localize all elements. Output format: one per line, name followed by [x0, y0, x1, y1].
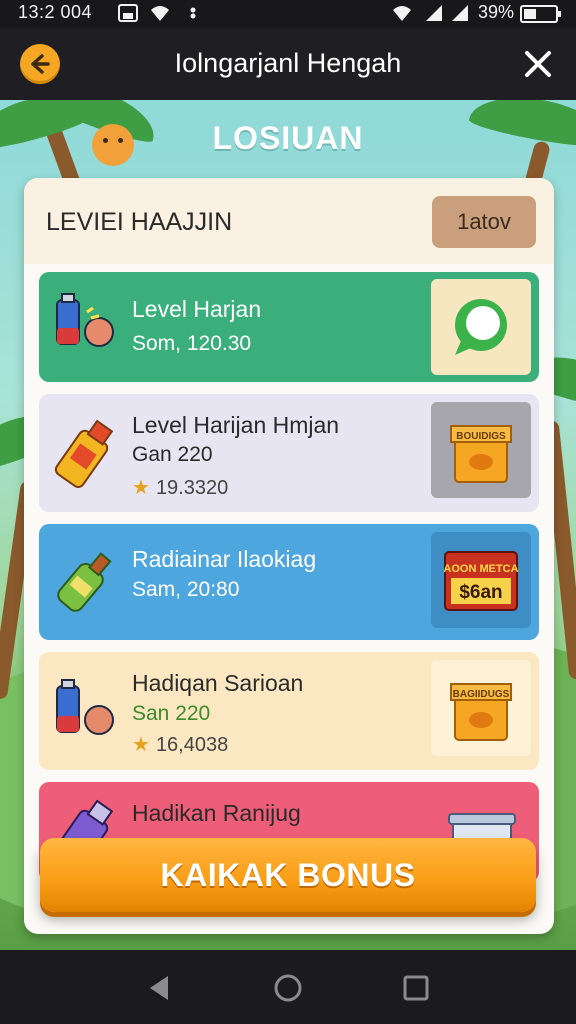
square-recents-icon[interactable] [400, 972, 432, 1004]
reward-card[interactable]: Level Harijan Hmjan Gan 220 ★ 19.3320 BOU… [39, 394, 539, 512]
bottle-icon [54, 419, 114, 489]
battery-percent: 39% [477, 2, 514, 22]
svg-text:AOON METCA: AOON METCA [443, 563, 518, 575]
status-time: 13:2 004 [18, 2, 93, 22]
battery-hand-icon [56, 293, 114, 347]
sign-icon: AOON METCA $6an [443, 551, 519, 611]
svg-text:BOUIDIGS: BOUIDIGS [456, 431, 506, 442]
reward-thumb: BAGIIDUGS [431, 660, 531, 756]
wifi-icon [151, 6, 169, 21]
app-header: Iolngarjanl Hengah [0, 28, 576, 100]
panel-badge-button[interactable]: 1atov [432, 196, 536, 248]
battery-icon [520, 5, 561, 23]
svg-text:$6an: $6an [459, 582, 502, 603]
reward-thumb [431, 279, 531, 375]
dot-icon [190, 7, 196, 19]
header-title: Iolngarjanl Hengah [174, 48, 402, 78]
scene-title: LOSIUAN [212, 120, 364, 156]
wifi-icon [393, 6, 411, 21]
reward-name: Radiainar Ilaokiag [132, 546, 317, 572]
image-icon [118, 4, 138, 22]
signal-icon [452, 5, 468, 21]
reward-name: Hadiqan Sarioan [132, 670, 304, 696]
reward-sub: Sam, 20:80 [132, 578, 240, 601]
reward-thumb: AOON METCA $6an [431, 532, 531, 628]
level-panel: LEVIEI HAAJJIN 1atov Level Harjan Som, 1… [24, 178, 554, 934]
reward-name: Level Harjan [132, 296, 262, 322]
star-icon: ★ [132, 734, 150, 756]
app-root: 13:2 004 39% Iolngarjanl Hengah LOSIUAN [0, 0, 576, 1024]
reward-card[interactable]: Radiainar Ilaokiag Sam, 20:80 AOON METCA… [39, 524, 539, 640]
reward-rating: ★ 16,4038 [132, 734, 229, 756]
triangle-back-icon[interactable] [144, 972, 176, 1004]
system-nav-bar [0, 950, 576, 1024]
reward-card[interactable]: Level Harjan Som, 120.30 [39, 272, 539, 382]
reward-name: Hadikan Ranijug [132, 800, 301, 826]
signal-icon [426, 5, 442, 21]
svg-text:BAGIIDUGS: BAGIIDUGS [453, 689, 510, 700]
bag-icon: BAGIIDUGS [450, 683, 512, 741]
reward-thumb: BOUIDIGS [431, 402, 531, 498]
circle-home-icon[interactable] [272, 972, 304, 1004]
reward-sub: Gan 220 [132, 443, 213, 466]
battery-hand-icon [56, 679, 114, 735]
close-icon[interactable] [520, 46, 556, 82]
green-bottle-icon [57, 552, 112, 612]
reward-sub: San 220 [132, 702, 211, 725]
panel-header: LEVIEI HAAJJIN 1atov [24, 178, 554, 264]
star-icon: ★ [132, 477, 150, 499]
reward-rating: ★ 19.3320 [132, 477, 229, 499]
bonus-button[interactable]: KAIKAK BONUS [40, 838, 536, 912]
bag-icon: BOUIDIGS [450, 425, 512, 483]
reward-card[interactable]: Hadiqan Sarioan San 220 ★ 16,4038 BAGIIDU… [39, 652, 539, 770]
status-bar: 13:2 004 39% [0, 0, 576, 28]
reward-sub: Som, 120.30 [132, 332, 252, 355]
reward-name: Level Harijan Hmjan [132, 412, 340, 438]
chat-bubble-icon [455, 299, 507, 355]
panel-title: LEVIEI HAAJJIN [46, 208, 233, 236]
